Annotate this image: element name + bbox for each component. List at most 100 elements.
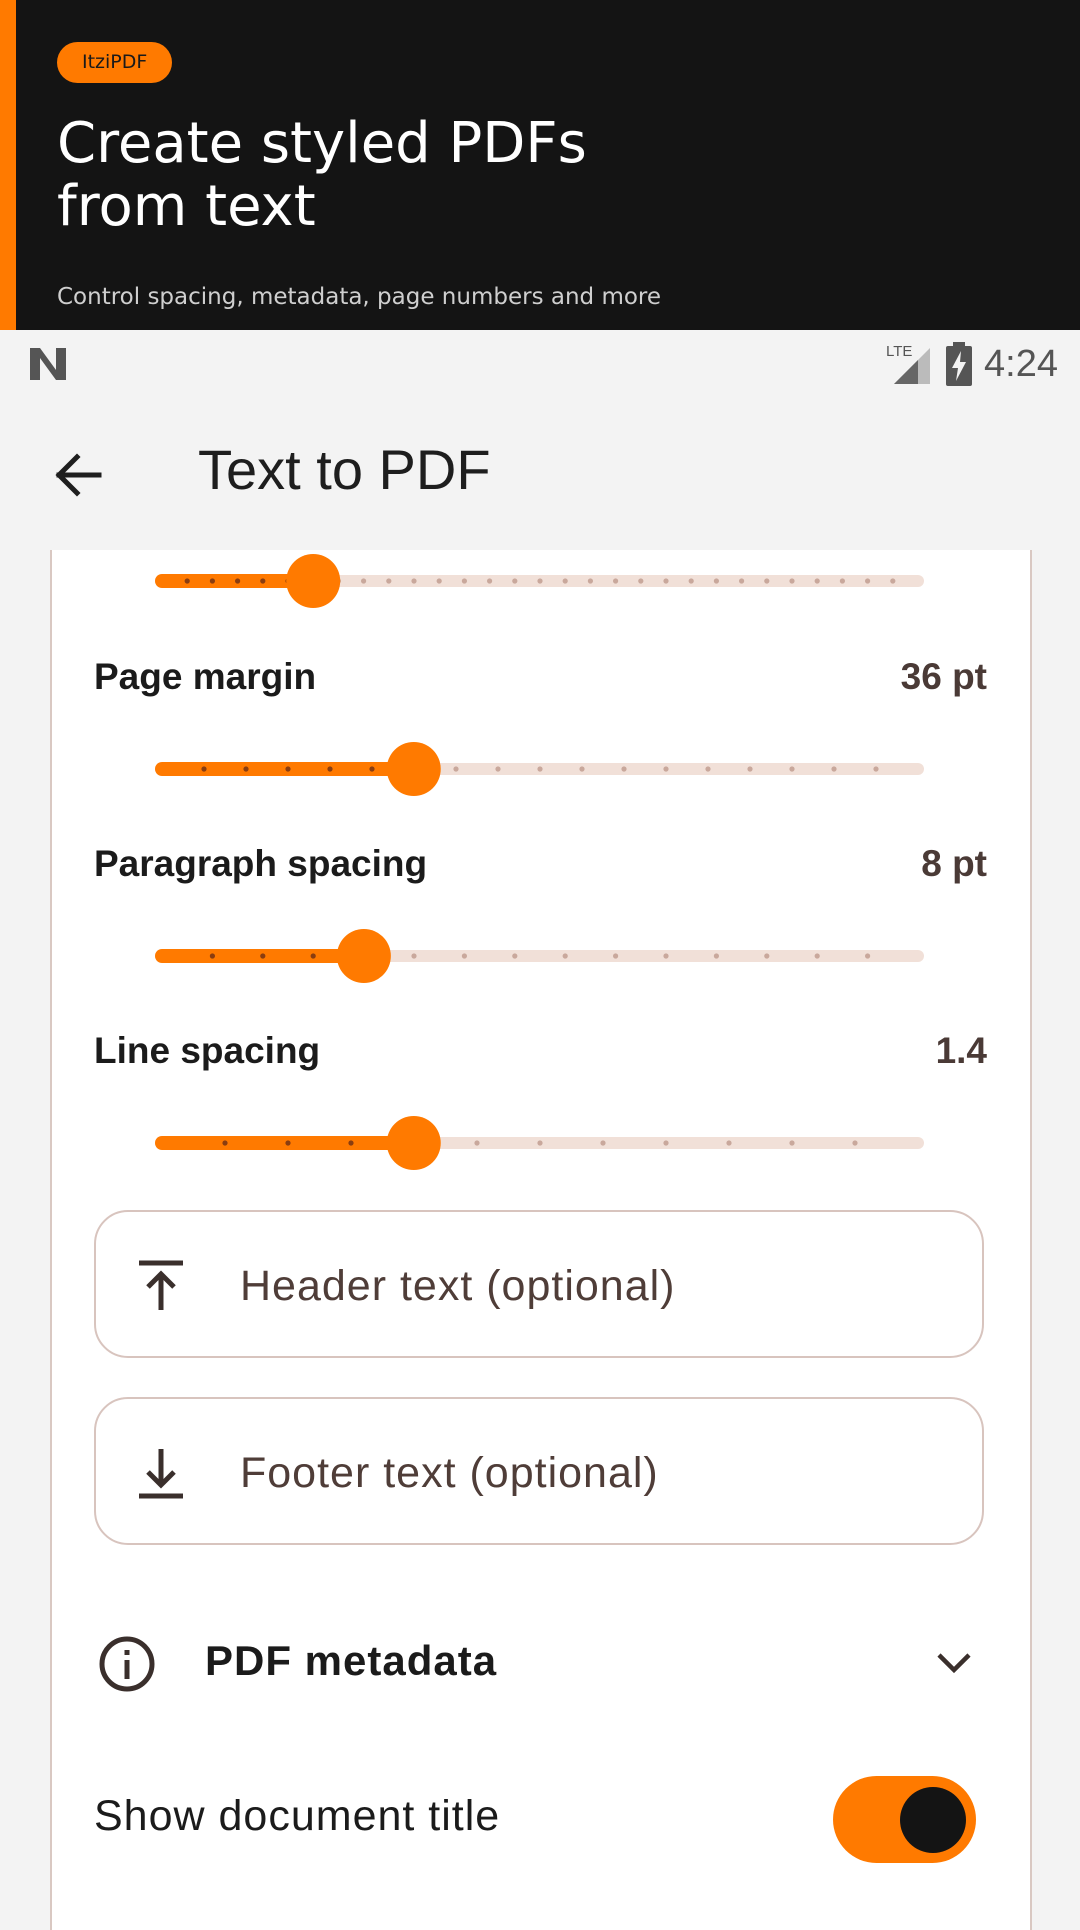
footer-text-input[interactable] — [238, 1429, 942, 1517]
slider-tick — [713, 578, 720, 584]
slider-tick — [726, 1140, 732, 1146]
slider-tick — [209, 953, 215, 959]
slider-tick — [579, 766, 585, 772]
vertical-align-bottom-icon — [139, 1449, 183, 1499]
slider-tick — [600, 1140, 606, 1146]
slider-tick — [865, 578, 871, 584]
line-spacing-slider[interactable] — [155, 1113, 924, 1173]
signal-lte-icon: LTE — [886, 343, 931, 384]
header-text-field[interactable] — [94, 1210, 984, 1358]
slider-tick — [495, 766, 501, 772]
slider-tick — [461, 953, 467, 959]
slider-tick — [184, 578, 190, 584]
app-bar — [0, 394, 1080, 549]
slider-tick — [613, 578, 619, 584]
slider-tick — [613, 953, 619, 959]
pdf-metadata-title: PDF metadata — [205, 1637, 498, 1684]
slider-thumb[interactable] — [386, 1116, 441, 1170]
show-title-switch[interactable] — [833, 1776, 976, 1863]
slider-tick — [705, 766, 711, 772]
slider-tick — [789, 766, 795, 772]
svg-text:LTE: LTE — [886, 343, 912, 360]
slider-tick — [789, 1140, 795, 1146]
slider-tick — [512, 953, 518, 959]
slider-tick — [831, 766, 837, 772]
switch-knob — [900, 1787, 966, 1853]
slider-tick — [537, 766, 543, 772]
line-spacing-value: 1.4 — [935, 1030, 987, 1071]
slider-tick — [663, 1140, 669, 1146]
slider-tick — [361, 578, 367, 584]
status-time: 4:24 — [984, 342, 1058, 385]
slider-tick — [638, 578, 644, 584]
slider-thumb[interactable] — [386, 742, 441, 796]
slider-tick — [310, 953, 316, 959]
slider-tick — [386, 578, 392, 584]
show-title-label: Show document title — [94, 1792, 501, 1840]
slider-tick — [537, 578, 543, 584]
header-text-input[interactable] — [238, 1242, 942, 1330]
banner-accent-bar — [0, 0, 16, 330]
slider-tick — [461, 578, 467, 584]
page-title: Text to PDF — [198, 438, 491, 501]
slider-tick — [453, 766, 459, 772]
notification-n-icon — [26, 344, 70, 389]
slider-tick — [814, 953, 820, 959]
slider-thumb[interactable] — [336, 929, 391, 983]
slider-tick — [747, 766, 753, 772]
vertical-align-top-icon — [139, 1260, 183, 1310]
page-margin-label: Page margin — [94, 656, 317, 697]
slider-tick — [327, 766, 333, 772]
slider-tick — [243, 766, 249, 772]
slider-thumb[interactable] — [286, 554, 341, 608]
paragraph-spacing-label: Paragraph spacing — [94, 843, 428, 884]
slider-tick — [209, 578, 215, 584]
status-icons: LTE 4:24 — [884, 338, 1058, 390]
banner-subtitle: Control spacing, metadata, page numbers … — [57, 284, 662, 310]
slider-tick — [285, 766, 291, 772]
slider-tick — [839, 578, 846, 584]
slider-tick — [814, 578, 820, 584]
chevron-down-icon[interactable] — [936, 1651, 972, 1675]
slider-tick — [739, 578, 745, 584]
slider-tick — [663, 578, 669, 584]
slider-tick — [663, 953, 669, 959]
slider-tick — [562, 578, 568, 584]
slider-tick — [285, 1140, 291, 1146]
banner-title-line1: Create styled PDFs — [57, 111, 587, 176]
slider-tick — [865, 953, 871, 959]
banner-title: Create styled PDFs from text — [57, 112, 757, 238]
app-badge: ItziPDF — [57, 42, 173, 83]
slider-tick — [663, 766, 669, 772]
slider-tick — [474, 1140, 480, 1146]
page-margin-value: 36 pt — [900, 656, 987, 697]
slider-tick — [852, 1140, 858, 1146]
slider-tick — [411, 578, 417, 584]
top-slider[interactable] — [155, 551, 924, 611]
slider-tick — [587, 578, 593, 584]
slider-tick — [436, 578, 442, 584]
slider-tick — [873, 766, 879, 772]
slider-tick — [621, 766, 627, 772]
slider-tick — [201, 766, 207, 772]
back-button[interactable] — [46, 443, 110, 507]
footer-text-field[interactable] — [94, 1397, 984, 1545]
banner-title-line2: from text — [57, 174, 316, 239]
slider-tick — [764, 953, 770, 959]
slider-tick — [713, 953, 720, 959]
info-icon — [99, 1636, 155, 1692]
slider-tick — [764, 578, 770, 584]
arrow-back-icon — [55, 453, 102, 497]
slider-tick — [789, 578, 795, 584]
slider-tick — [260, 953, 266, 959]
promo-banner: ItziPDF Create styled PDFs from text Con… — [0, 0, 1080, 330]
slider-tick — [235, 578, 241, 584]
page-margin-slider[interactable] — [155, 739, 924, 799]
line-spacing-label: Line spacing — [94, 1030, 321, 1071]
battery-charging-icon — [946, 342, 973, 386]
slider-tick — [688, 578, 694, 584]
slider-tick — [348, 1140, 354, 1146]
slider-tick — [537, 1140, 543, 1146]
slider-tick — [411, 953, 417, 959]
paragraph-spacing-slider[interactable] — [155, 926, 924, 986]
